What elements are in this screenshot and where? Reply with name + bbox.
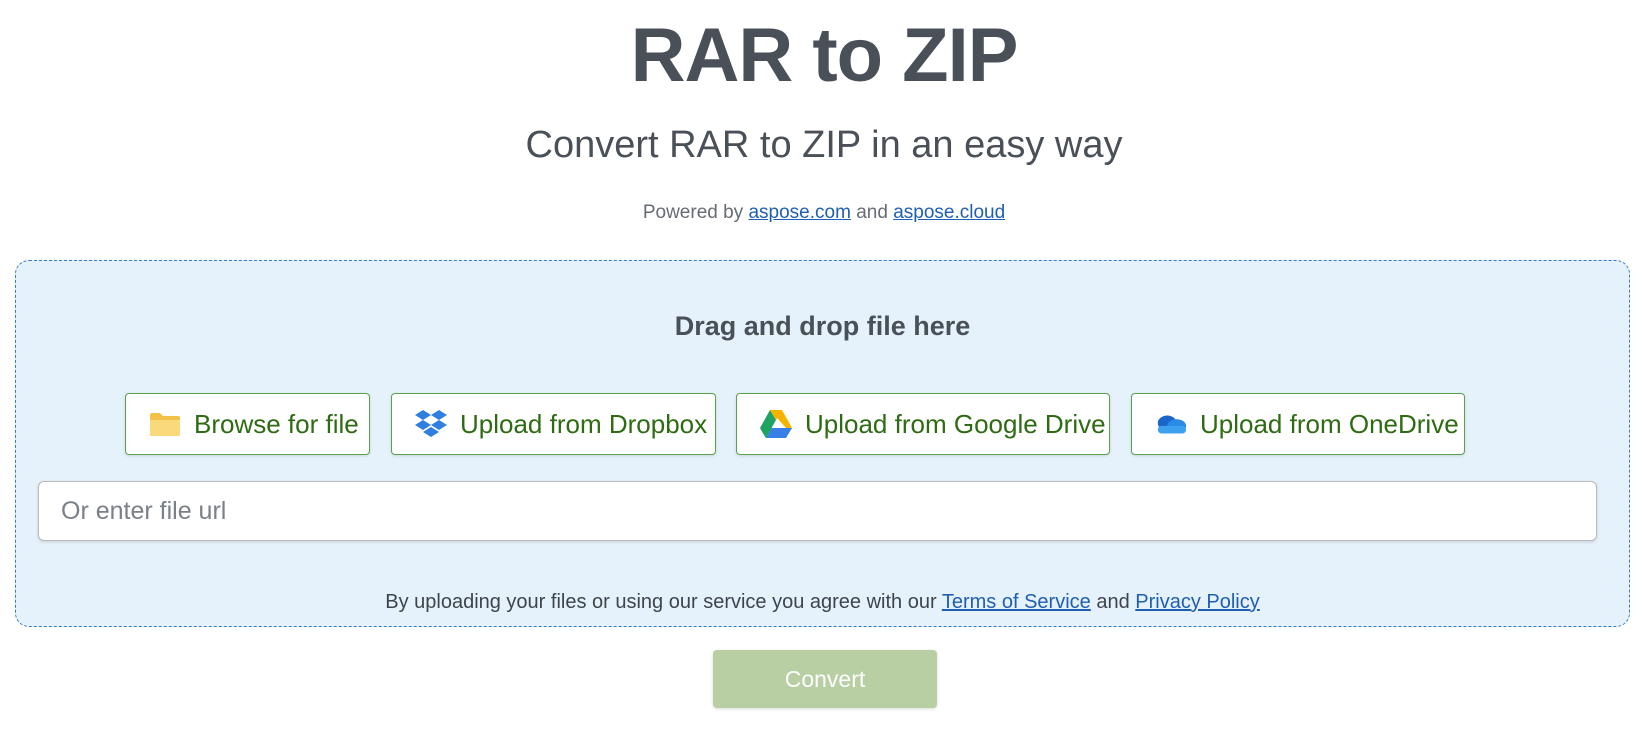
file-dropzone[interactable]: Drag and drop file here Browse for file <box>15 260 1630 627</box>
browse-file-button[interactable]: Browse for file <box>125 393 370 455</box>
terms-of-service-link[interactable]: Terms of Service <box>942 591 1091 613</box>
onedrive-icon <box>1154 407 1188 441</box>
convert-button[interactable]: Convert <box>713 650 937 708</box>
page-subtitle: Convert RAR to ZIP in an easy way <box>525 124 1123 166</box>
upload-google-drive-label: Upload from Google Drive <box>805 408 1106 439</box>
page: RAR to ZIP Convert RAR to ZIP in an easy… <box>0 0 1648 738</box>
upload-google-drive-button[interactable]: Upload from Google Drive <box>736 393 1110 455</box>
file-url-input[interactable] <box>38 481 1597 541</box>
upload-dropbox-button[interactable]: Upload from Dropbox <box>391 393 716 455</box>
upload-dropbox-label: Upload from Dropbox <box>460 408 708 439</box>
folder-icon <box>148 407 182 441</box>
terms-prefix: By uploading your files or using our ser… <box>385 591 937 613</box>
aspose-com-link[interactable]: aspose.com <box>748 202 850 223</box>
aspose-cloud-link[interactable]: aspose.cloud <box>893 202 1005 223</box>
dropbox-icon <box>414 407 448 441</box>
powered-by-prefix: Powered by <box>642 202 744 223</box>
powered-by-and: and <box>856 202 888 223</box>
terms-and: and <box>1096 591 1130 613</box>
powered-by: Powered by aspose.com and aspose.cloud <box>0 200 1648 226</box>
google-drive-icon <box>759 407 793 441</box>
page-title: RAR to ZIP <box>630 13 1019 98</box>
terms-notice: By uploading your files or using our ser… <box>16 589 1629 615</box>
browse-file-label: Browse for file <box>194 408 359 439</box>
upload-onedrive-label: Upload from OneDrive <box>1200 408 1459 439</box>
dropzone-label: Drag and drop file here <box>674 311 971 341</box>
privacy-policy-link[interactable]: Privacy Policy <box>1135 591 1259 613</box>
upload-onedrive-button[interactable]: Upload from OneDrive <box>1131 393 1465 455</box>
